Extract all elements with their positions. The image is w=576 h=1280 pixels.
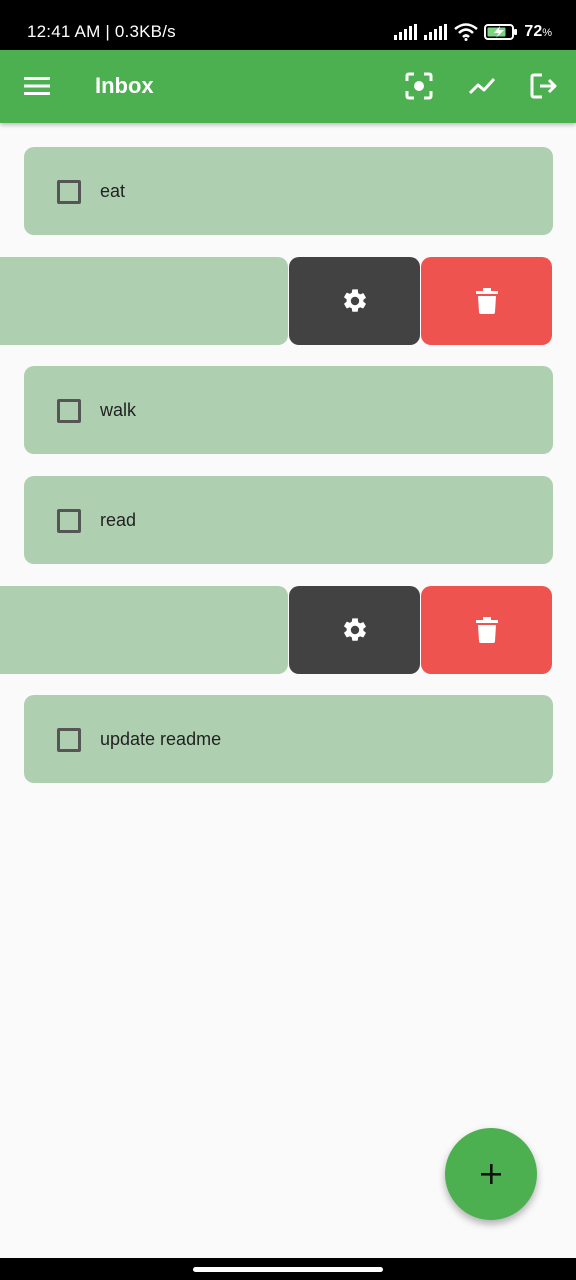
delete-action-button[interactable]: [421, 257, 552, 345]
gear-icon: [343, 618, 366, 641]
task-checkbox[interactable]: [57, 399, 81, 423]
app-bar: Inbox: [0, 50, 576, 123]
battery-percent: 72%: [524, 23, 552, 40]
task-card-read[interactable]: read: [24, 476, 553, 564]
status-time: 12:41 AM | 0.3KB/s: [27, 22, 176, 41]
task-card-update-readme[interactable]: update readme: [24, 695, 553, 783]
task-checkbox[interactable]: [57, 180, 81, 204]
task-card-eat[interactable]: eat: [24, 147, 553, 235]
battery-icon: [484, 24, 518, 40]
signal-icon-2: [424, 24, 448, 40]
wifi-icon: [454, 23, 479, 41]
task-label: update readme: [100, 729, 222, 749]
status-icons: 72%: [394, 20, 552, 44]
swiped-task-card[interactable]: [0, 586, 288, 674]
add-task-button[interactable]: [445, 1128, 537, 1220]
trash-icon: [475, 617, 498, 643]
system-nav-bar: [0, 1258, 576, 1280]
swiped-task-row: [0, 586, 576, 674]
task-checkbox[interactable]: [57, 509, 81, 533]
logout-icon[interactable]: [528, 70, 560, 102]
swiped-task-row: [0, 257, 576, 345]
gear-icon: [343, 289, 366, 312]
trend-icon[interactable]: [466, 70, 498, 102]
swiped-task-card[interactable]: [0, 257, 288, 345]
task-label: read: [100, 510, 137, 530]
status-bar: 12:41 AM | 0.3KB/s 72%: [0, 0, 576, 50]
scan-icon[interactable]: [403, 70, 435, 102]
delete-action-button[interactable]: [421, 586, 552, 674]
signal-icon: [394, 24, 418, 40]
page-title: Inbox: [95, 73, 154, 98]
task-label: eat: [100, 181, 126, 201]
trash-icon: [475, 288, 498, 314]
task-checkbox[interactable]: [57, 728, 81, 752]
task-label: walk: [100, 400, 137, 420]
home-gesture-handle[interactable]: [193, 1267, 383, 1272]
settings-action-button[interactable]: [289, 257, 420, 345]
menu-icon[interactable]: [21, 70, 53, 102]
settings-action-button[interactable]: [289, 586, 420, 674]
task-card-walk[interactable]: walk: [24, 366, 553, 454]
plus-icon: [481, 1164, 501, 1184]
